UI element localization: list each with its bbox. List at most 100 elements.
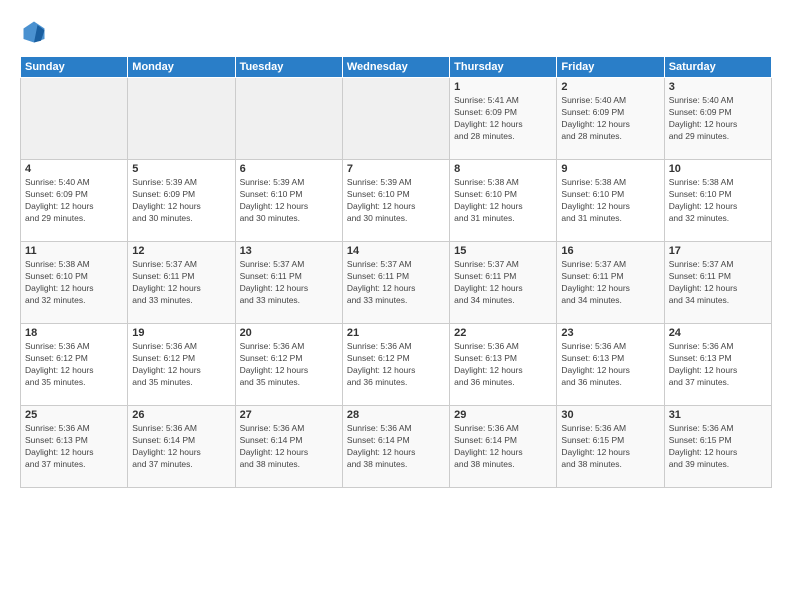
- calendar-cell: [128, 78, 235, 160]
- day-number: 1: [454, 81, 552, 93]
- day-info: Sunrise: 5:36 AMSunset: 6:14 PMDaylight:…: [347, 423, 445, 471]
- day-number: 3: [669, 81, 767, 93]
- calendar-cell: 12 Sunrise: 5:37 AMSunset: 6:11 PMDayligh…: [128, 242, 235, 324]
- weekday-header-saturday: Saturday: [664, 57, 771, 78]
- calendar-cell: 13 Sunrise: 5:37 AMSunset: 6:11 PMDayligh…: [235, 242, 342, 324]
- day-number: 26: [132, 409, 230, 421]
- calendar-cell: 14 Sunrise: 5:37 AMSunset: 6:11 PMDayligh…: [342, 242, 449, 324]
- calendar-cell: 9 Sunrise: 5:38 AMSunset: 6:10 PMDaylight…: [557, 160, 664, 242]
- weekday-header-thursday: Thursday: [450, 57, 557, 78]
- day-info: Sunrise: 5:36 AMSunset: 6:14 PMDaylight:…: [240, 423, 338, 471]
- day-number: 16: [561, 245, 659, 257]
- calendar-cell: 27 Sunrise: 5:36 AMSunset: 6:14 PMDayligh…: [235, 406, 342, 488]
- calendar-cell: 31Sunrise: 5:36 AMSunset: 6:15 PMDayligh…: [664, 406, 771, 488]
- day-info: Sunrise: 5:36 AMSunset: 6:12 PMDaylight:…: [240, 341, 338, 389]
- day-info: Sunrise: 5:38 AMSunset: 6:10 PMDaylight:…: [561, 177, 659, 225]
- calendar-cell: [342, 78, 449, 160]
- day-info: Sunrise: 5:40 AMSunset: 6:09 PMDaylight:…: [669, 95, 767, 143]
- day-info: Sunrise: 5:39 AMSunset: 6:10 PMDaylight:…: [240, 177, 338, 225]
- day-number: 27: [240, 409, 338, 421]
- calendar-cell: 16Sunrise: 5:37 AMSunset: 6:11 PMDayligh…: [557, 242, 664, 324]
- day-number: 6: [240, 163, 338, 175]
- calendar-cell: 11 Sunrise: 5:38 AMSunset: 6:10 PMDayligh…: [21, 242, 128, 324]
- logo: [20, 18, 52, 46]
- weekday-header-sunday: Sunday: [21, 57, 128, 78]
- calendar-cell: 6 Sunrise: 5:39 AMSunset: 6:10 PMDaylight…: [235, 160, 342, 242]
- day-info: Sunrise: 5:37 AMSunset: 6:11 PMDaylight:…: [347, 259, 445, 307]
- day-number: 28: [347, 409, 445, 421]
- calendar-cell: 25 Sunrise: 5:36 AMSunset: 6:13 PMDayligh…: [21, 406, 128, 488]
- calendar-cell: 17 Sunrise: 5:37 AMSunset: 6:11 PMDayligh…: [664, 242, 771, 324]
- calendar-cell: 28 Sunrise: 5:36 AMSunset: 6:14 PMDayligh…: [342, 406, 449, 488]
- day-number: 30: [561, 409, 659, 421]
- logo-icon: [20, 18, 48, 46]
- day-info: Sunrise: 5:37 AMSunset: 6:11 PMDaylight:…: [669, 259, 767, 307]
- calendar-cell: [235, 78, 342, 160]
- day-number: 5: [132, 163, 230, 175]
- day-info: Sunrise: 5:36 AMSunset: 6:13 PMDaylight:…: [561, 341, 659, 389]
- calendar-cell: 29Sunrise: 5:36 AMSunset: 6:14 PMDayligh…: [450, 406, 557, 488]
- calendar-cell: 15 Sunrise: 5:37 AMSunset: 6:11 PMDayligh…: [450, 242, 557, 324]
- calendar-week-4: 18 Sunrise: 5:36 AMSunset: 6:12 PMDayligh…: [21, 324, 772, 406]
- day-info: Sunrise: 5:36 AMSunset: 6:12 PMDaylight:…: [347, 341, 445, 389]
- day-number: 17: [669, 245, 767, 257]
- calendar-cell: 4 Sunrise: 5:40 AMSunset: 6:09 PMDaylight…: [21, 160, 128, 242]
- day-info: Sunrise: 5:37 AMSunset: 6:11 PMDaylight:…: [454, 259, 552, 307]
- calendar-cell: 18Sunrise: 5:36 AMSunset: 6:12 PMDayligh…: [21, 324, 128, 406]
- day-number: 18: [25, 327, 123, 339]
- day-number: 8: [454, 163, 552, 175]
- day-info: Sunrise: 5:36 AMSunset: 6:13 PMDaylight:…: [669, 341, 767, 389]
- day-info: Sunrise: 5:36 AMSunset: 6:13 PMDaylight:…: [454, 341, 552, 389]
- page: SundayMondayTuesdayWednesdayThursdayFrid…: [0, 0, 792, 612]
- day-number: 4: [25, 163, 123, 175]
- weekday-header-tuesday: Tuesday: [235, 57, 342, 78]
- day-number: 21: [347, 327, 445, 339]
- calendar-cell: 20 Sunrise: 5:36 AMSunset: 6:12 PMDayligh…: [235, 324, 342, 406]
- weekday-header-friday: Friday: [557, 57, 664, 78]
- calendar-cell: [21, 78, 128, 160]
- day-number: 15: [454, 245, 552, 257]
- calendar-week-3: 11 Sunrise: 5:38 AMSunset: 6:10 PMDayligh…: [21, 242, 772, 324]
- day-number: 13: [240, 245, 338, 257]
- day-info: Sunrise: 5:36 AMSunset: 6:12 PMDaylight:…: [132, 341, 230, 389]
- day-number: 20: [240, 327, 338, 339]
- calendar-cell: 8 Sunrise: 5:38 AMSunset: 6:10 PMDaylight…: [450, 160, 557, 242]
- day-number: 14: [347, 245, 445, 257]
- day-info: Sunrise: 5:40 AMSunset: 6:09 PMDaylight:…: [561, 95, 659, 143]
- day-info: Sunrise: 5:38 AMSunset: 6:10 PMDaylight:…: [25, 259, 123, 307]
- weekday-header-row: SundayMondayTuesdayWednesdayThursdayFrid…: [21, 57, 772, 78]
- day-number: 2: [561, 81, 659, 93]
- day-number: 25: [25, 409, 123, 421]
- calendar-week-5: 25 Sunrise: 5:36 AMSunset: 6:13 PMDayligh…: [21, 406, 772, 488]
- day-number: 12: [132, 245, 230, 257]
- day-info: Sunrise: 5:40 AMSunset: 6:09 PMDaylight:…: [25, 177, 123, 225]
- calendar-cell: 10Sunrise: 5:38 AMSunset: 6:10 PMDayligh…: [664, 160, 771, 242]
- weekday-header-wednesday: Wednesday: [342, 57, 449, 78]
- calendar-cell: 21 Sunrise: 5:36 AMSunset: 6:12 PMDayligh…: [342, 324, 449, 406]
- calendar-cell: 26 Sunrise: 5:36 AMSunset: 6:14 PMDayligh…: [128, 406, 235, 488]
- calendar-cell: 22 Sunrise: 5:36 AMSunset: 6:13 PMDayligh…: [450, 324, 557, 406]
- day-number: 9: [561, 163, 659, 175]
- day-info: Sunrise: 5:36 AMSunset: 6:14 PMDaylight:…: [132, 423, 230, 471]
- calendar-table: SundayMondayTuesdayWednesdayThursdayFrid…: [20, 56, 772, 488]
- day-number: 24: [669, 327, 767, 339]
- day-number: 22: [454, 327, 552, 339]
- day-info: Sunrise: 5:37 AMSunset: 6:11 PMDaylight:…: [240, 259, 338, 307]
- day-number: 10: [669, 163, 767, 175]
- day-number: 11: [25, 245, 123, 257]
- day-info: Sunrise: 5:37 AMSunset: 6:11 PMDaylight:…: [132, 259, 230, 307]
- calendar-cell: 2 Sunrise: 5:40 AMSunset: 6:09 PMDaylight…: [557, 78, 664, 160]
- header: [20, 18, 772, 46]
- day-info: Sunrise: 5:36 AMSunset: 6:13 PMDaylight:…: [25, 423, 123, 471]
- calendar-cell: 5Sunrise: 5:39 AMSunset: 6:09 PMDaylight…: [128, 160, 235, 242]
- calendar-cell: 30 Sunrise: 5:36 AMSunset: 6:15 PMDayligh…: [557, 406, 664, 488]
- day-info: Sunrise: 5:38 AMSunset: 6:10 PMDaylight:…: [454, 177, 552, 225]
- day-info: Sunrise: 5:39 AMSunset: 6:10 PMDaylight:…: [347, 177, 445, 225]
- calendar-cell: 24 Sunrise: 5:36 AMSunset: 6:13 PMDayligh…: [664, 324, 771, 406]
- day-number: 23: [561, 327, 659, 339]
- day-info: Sunrise: 5:36 AMSunset: 6:15 PMDaylight:…: [561, 423, 659, 471]
- day-info: Sunrise: 5:41 AMSunset: 6:09 PMDaylight:…: [454, 95, 552, 143]
- calendar-cell: 3 Sunrise: 5:40 AMSunset: 6:09 PMDaylight…: [664, 78, 771, 160]
- day-number: 31: [669, 409, 767, 421]
- day-number: 19: [132, 327, 230, 339]
